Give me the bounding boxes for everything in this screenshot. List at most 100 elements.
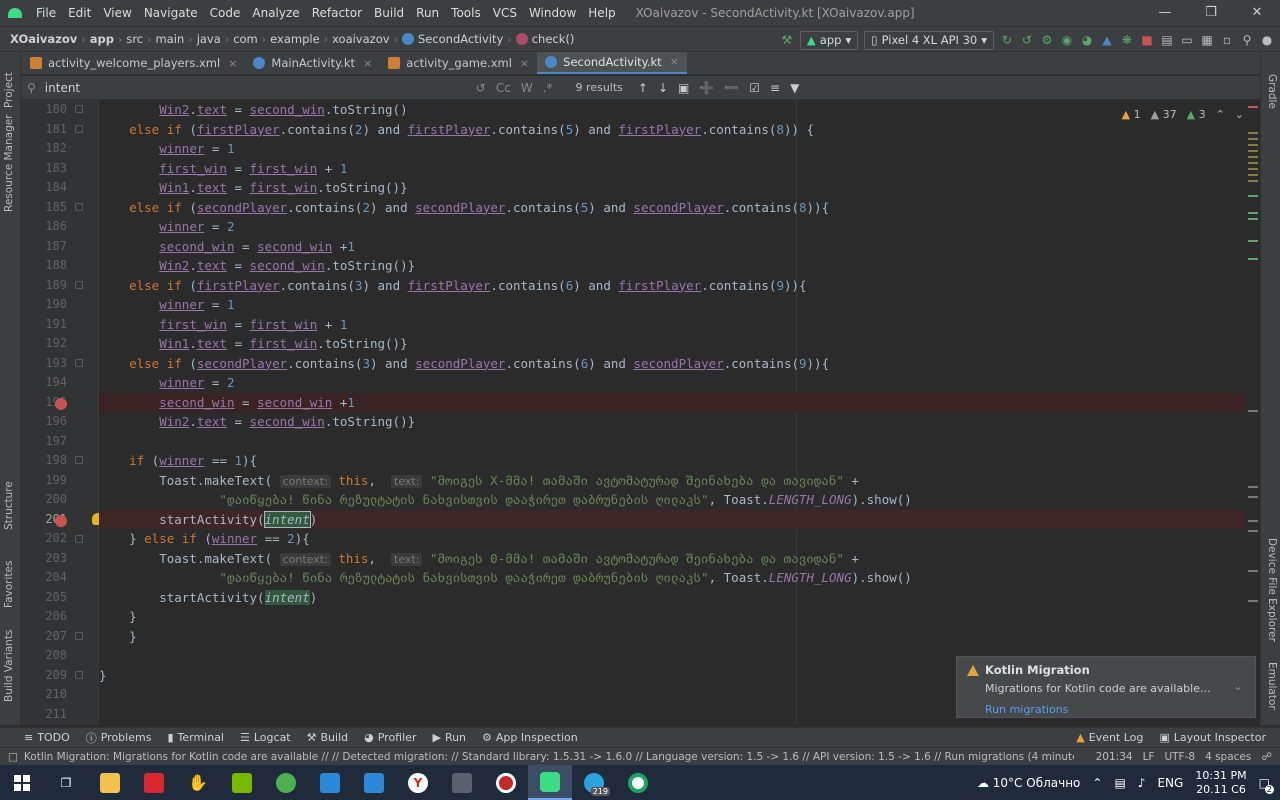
error-stripe[interactable] bbox=[1244, 100, 1260, 725]
code-editor[interactable]: Win2.text = second_win.toString() else i… bbox=[99, 100, 1244, 725]
problems-tool-button[interactable]: ⓘ Problems bbox=[78, 730, 160, 746]
fold-icon[interactable] bbox=[75, 125, 83, 133]
chevron-up-icon[interactable]: ⌃ bbox=[1216, 108, 1225, 121]
filter-icon[interactable]: ▼ bbox=[785, 81, 804, 95]
device-file-explorer-tool-tab[interactable]: Device File Explorer bbox=[1266, 538, 1278, 642]
kotlin-migration-notification[interactable]: Kotlin Migration Migrations for Kotlin c… bbox=[956, 656, 1256, 718]
menu-code[interactable]: Code bbox=[204, 6, 247, 20]
regex-toggle[interactable]: .* bbox=[538, 81, 558, 95]
debug-icon[interactable]: ⚙ bbox=[1040, 33, 1054, 47]
coverage-icon[interactable]: ◉ bbox=[1060, 33, 1074, 47]
apply-changes-icon[interactable]: ↺ bbox=[1020, 33, 1034, 47]
chevron-down-icon[interactable]: ⌄ bbox=[1233, 679, 1243, 693]
taskbar-app-hand[interactable]: ✋ bbox=[176, 765, 220, 800]
search-icon[interactable]: ⚲ bbox=[22, 81, 41, 95]
rerun-icon[interactable]: ↻ bbox=[1000, 33, 1014, 47]
device-manager-icon[interactable]: ▭ bbox=[1180, 33, 1194, 47]
todo-tool-button[interactable]: ≡ TODO bbox=[16, 731, 78, 744]
volume-icon[interactable]: ♪ bbox=[1138, 776, 1146, 790]
menu-vcs[interactable]: VCS bbox=[487, 6, 523, 20]
resource-manager-tool-tab[interactable]: Resource Manager bbox=[3, 114, 15, 212]
taskbar-android-studio[interactable] bbox=[528, 765, 572, 800]
breakpoint-icon[interactable] bbox=[55, 515, 67, 527]
remove-selection-icon[interactable]: ➖ bbox=[719, 81, 744, 95]
select-all-occurrences-icon[interactable]: ▣ bbox=[673, 81, 694, 95]
event-log-tool-button[interactable]: ▲ Event Log bbox=[1068, 731, 1151, 744]
assistant-icon[interactable]: ● bbox=[1260, 33, 1274, 47]
chevron-up-icon[interactable]: ⌃ bbox=[1092, 776, 1102, 790]
breadcrumb-class[interactable]: SecondActivity bbox=[398, 32, 507, 46]
menu-tools[interactable]: Tools bbox=[445, 6, 487, 20]
taskbar-app-chrome[interactable] bbox=[616, 765, 660, 800]
tab-activity-game[interactable]: activity_game.xml × bbox=[380, 52, 537, 74]
tab-activity-welcome-players[interactable]: activity_welcome_players.xml × bbox=[22, 52, 245, 74]
select-all-icon[interactable]: ☑ bbox=[744, 81, 765, 95]
taskbar-app-red[interactable] bbox=[132, 765, 176, 800]
search-input[interactable]: intent bbox=[41, 81, 471, 95]
menu-analyze[interactable]: Analyze bbox=[246, 6, 305, 20]
menu-window[interactable]: Window bbox=[523, 6, 582, 20]
close-icon[interactable]: × bbox=[670, 55, 679, 68]
breadcrumb-package[interactable]: xoaivazov bbox=[328, 32, 393, 46]
menu-edit[interactable]: Edit bbox=[62, 6, 97, 20]
profile-icon[interactable]: ◕ bbox=[1080, 33, 1094, 47]
close-icon[interactable]: × bbox=[228, 57, 237, 70]
breadcrumb-project[interactable]: XOaivazov bbox=[6, 32, 81, 46]
profiler-tool-button[interactable]: ◕ Profiler bbox=[356, 731, 424, 744]
close-icon[interactable]: × bbox=[363, 57, 372, 70]
run-migrations-link[interactable]: Run migrations bbox=[985, 703, 1245, 716]
lock-icon[interactable]: ☍ bbox=[1261, 751, 1272, 763]
close-icon[interactable]: ✕ bbox=[1234, 0, 1280, 26]
stop-icon[interactable]: ■ bbox=[1140, 33, 1154, 47]
weather-widget[interactable]: ☁ 10°C Облачно bbox=[977, 776, 1080, 790]
file-encoding[interactable]: UTF-8 bbox=[1164, 751, 1195, 763]
layout-icon[interactable]: ▫ bbox=[1220, 33, 1234, 47]
whole-words-toggle[interactable]: W bbox=[516, 81, 538, 95]
menu-refactor[interactable]: Refactor bbox=[306, 6, 368, 20]
attach-debugger-icon[interactable]: ▲ bbox=[1100, 33, 1114, 47]
favorites-tool-tab[interactable]: Favorites bbox=[3, 561, 15, 608]
menu-run[interactable]: Run bbox=[410, 6, 445, 20]
sdk-manager-icon[interactable]: ▦ bbox=[1200, 33, 1214, 47]
terminal-tool-button[interactable]: ▮ Terminal bbox=[159, 731, 232, 744]
taskbar-nvidia[interactable] bbox=[220, 765, 264, 800]
breadcrumb-java[interactable]: java bbox=[193, 32, 225, 46]
line-separator[interactable]: LF bbox=[1143, 751, 1155, 763]
bug-icon[interactable]: ❋ bbox=[1120, 33, 1134, 47]
sync-icon[interactable]: ▤ bbox=[1160, 33, 1174, 47]
breadcrumb-method[interactable]: check() bbox=[512, 32, 579, 46]
add-selection-icon[interactable]: ➕ bbox=[694, 81, 719, 95]
restore-icon[interactable]: ❐ bbox=[1188, 0, 1234, 26]
network-icon[interactable]: ▤ bbox=[1114, 776, 1125, 790]
fold-icon[interactable] bbox=[75, 632, 83, 640]
clock[interactable]: 10:31 PM 20.11 C6 bbox=[1195, 769, 1246, 797]
fold-icon[interactable] bbox=[75, 105, 83, 113]
logcat-tool-button[interactable]: ☰ Logcat bbox=[232, 731, 299, 744]
search-everywhere-icon[interactable]: ⚲ bbox=[1240, 33, 1254, 47]
taskbar-yandex[interactable]: Y bbox=[396, 765, 440, 800]
fold-icon[interactable] bbox=[75, 456, 83, 464]
arrow-down-icon[interactable]: ↓ bbox=[653, 81, 673, 95]
options-icon[interactable]: ≡ bbox=[765, 81, 785, 95]
breadcrumb-com[interactable]: com bbox=[229, 32, 262, 46]
run-config-select[interactable]: ▲ app ▾ bbox=[799, 30, 859, 50]
minimize-icon[interactable]: — bbox=[1142, 0, 1188, 26]
menu-file[interactable]: File bbox=[30, 6, 62, 20]
taskbar-calendar[interactable] bbox=[352, 765, 396, 800]
windows-start-button[interactable] bbox=[0, 765, 44, 800]
clear-history-icon[interactable]: ↺ bbox=[471, 81, 491, 95]
fold-icon[interactable] bbox=[75, 359, 83, 367]
taskbar-mail[interactable] bbox=[308, 765, 352, 800]
notification-center-icon[interactable]: □ 2 bbox=[1259, 776, 1274, 794]
taskbar-app-green[interactable] bbox=[264, 765, 308, 800]
emulator-tool-tab[interactable]: Emulator bbox=[1266, 662, 1278, 710]
taskbar-telegram[interactable]: 219 bbox=[572, 765, 616, 800]
project-tool-tab[interactable]: Project bbox=[3, 72, 15, 108]
tab-second-activity[interactable]: SecondActivity.kt × bbox=[537, 52, 687, 74]
breakpoint-icon[interactable] bbox=[55, 398, 67, 410]
hammer-icon[interactable]: ⚒ bbox=[780, 33, 794, 47]
menu-help[interactable]: Help bbox=[582, 6, 621, 20]
app-inspection-tool-button[interactable]: ⚙ App Inspection bbox=[474, 731, 586, 744]
structure-tool-tab[interactable]: Structure bbox=[3, 481, 15, 530]
editor-gutter[interactable]: 180 181 182 183 184 185 186 187 188 189 … bbox=[21, 100, 104, 725]
